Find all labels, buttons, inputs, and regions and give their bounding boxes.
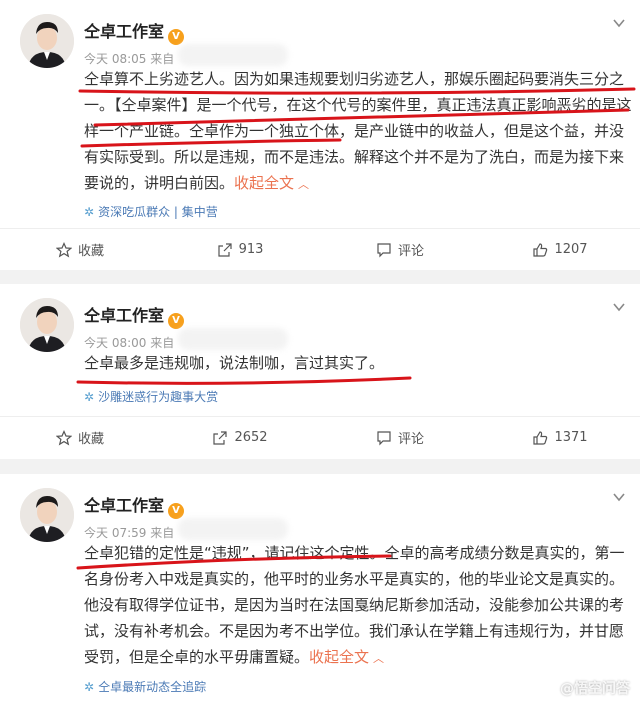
timestamp: 今天 08:00 [84, 336, 147, 350]
source-tag[interactable]: ✲ 资深吃瓜群众 | 集中营 [84, 203, 218, 220]
via-label: 来自 [150, 526, 175, 540]
post-body: 仝卓最多是违规咖，说法制咖，言过其实了。 [84, 354, 385, 372]
post-card: 仝卓工作室 V 今天 07:59 来自 仝卓犯错的定性是“违规”，请记住这个定性。… [0, 474, 640, 706]
favorite-button[interactable]: 收藏 [0, 417, 160, 458]
like-button[interactable]: 1371 [480, 417, 640, 458]
like-button[interactable]: 1207 [480, 229, 640, 270]
share-icon [217, 242, 232, 257]
chevron-down-icon[interactable] [612, 300, 626, 314]
topic-icon: ✲ [84, 390, 95, 404]
chevron-up-icon[interactable]: ︿ [298, 178, 309, 191]
collapse-link[interactable]: 收起全文 [234, 174, 294, 192]
share-icon [213, 430, 228, 445]
chevron-up-icon[interactable]: ︿ [373, 652, 384, 665]
repost-button[interactable]: 2652 [160, 417, 320, 458]
via-label: 来自 [150, 52, 175, 66]
author-name[interactable]: 仝卓工作室 V [84, 18, 185, 45]
thumbs-up-icon [533, 430, 548, 445]
timestamp: 今天 08:05 [84, 52, 147, 66]
blurred-source [178, 328, 288, 350]
action-bar: 收藏 2652 评论 1371 [0, 416, 640, 458]
avatar[interactable] [20, 298, 74, 352]
vip-badge-icon: V [168, 313, 185, 329]
post-text: 仝卓犯错的定性是“违规”，请记住这个定性。仝卓的高考成绩分数是真实的，第一名身份… [84, 540, 632, 672]
star-icon [55, 429, 72, 445]
thumbs-up-icon [533, 242, 548, 257]
vip-badge-icon: V [168, 503, 185, 519]
via-label: 来自 [150, 336, 175, 350]
post-card: 仝卓工作室 V 今天 08:00 来自 仝卓最多是违规咖，说法制咖，言过其实了。 … [0, 284, 640, 459]
author-name[interactable]: 仝卓工作室 V [84, 492, 185, 519]
timestamp: 今天 07:59 [84, 526, 147, 540]
action-bar: 收藏 913 评论 1207 [0, 228, 640, 270]
watermark: @悟空问答 [560, 681, 630, 697]
post-card: 仝卓工作室 V 今天 08:05 来自 仝卓算不上劣迹艺人。因为如果违规要划归劣迹… [0, 0, 640, 270]
author-name[interactable]: 仝卓工作室 V [84, 302, 185, 329]
star-icon [55, 241, 72, 257]
post-body: 仝卓算不上劣迹艺人。因为如果违规要划归劣迹艺人，那娱乐圈起码要消失三分之一。【仝… [84, 70, 632, 192]
avatar[interactable] [20, 488, 74, 542]
post-text: 仝卓最多是违规咖，说法制咖，言过其实了。 [84, 350, 632, 376]
source-tag[interactable]: ✲ 仝卓最新动态全追踪 [84, 678, 206, 695]
post-meta: 今天 07:59 来自 [84, 524, 174, 541]
collapse-link[interactable]: 收起全文 [309, 648, 369, 666]
chevron-down-icon[interactable] [612, 16, 626, 30]
comment-icon [377, 242, 391, 257]
comment-button[interactable]: 评论 [320, 417, 480, 458]
vip-badge-icon: V [168, 29, 185, 45]
comment-icon [377, 430, 391, 445]
avatar[interactable] [20, 14, 74, 68]
topic-icon: ✲ [84, 680, 95, 694]
source-tag[interactable]: ✲ 沙雕迷惑行为趣事大赏 [84, 388, 218, 405]
topic-icon: ✲ [84, 205, 95, 219]
repost-button[interactable]: 913 [160, 229, 320, 270]
blurred-source [178, 518, 288, 540]
post-text: 仝卓算不上劣迹艺人。因为如果违规要划归劣迹艺人，那娱乐圈起码要消失三分之一。【仝… [84, 66, 632, 198]
post-meta: 今天 08:05 来自 [84, 50, 174, 67]
comment-button[interactable]: 评论 [320, 229, 480, 270]
favorite-button[interactable]: 收藏 [0, 229, 160, 270]
post-meta: 今天 08:00 来自 [84, 334, 174, 351]
chevron-down-icon[interactable] [612, 490, 626, 504]
blurred-source [178, 44, 288, 66]
